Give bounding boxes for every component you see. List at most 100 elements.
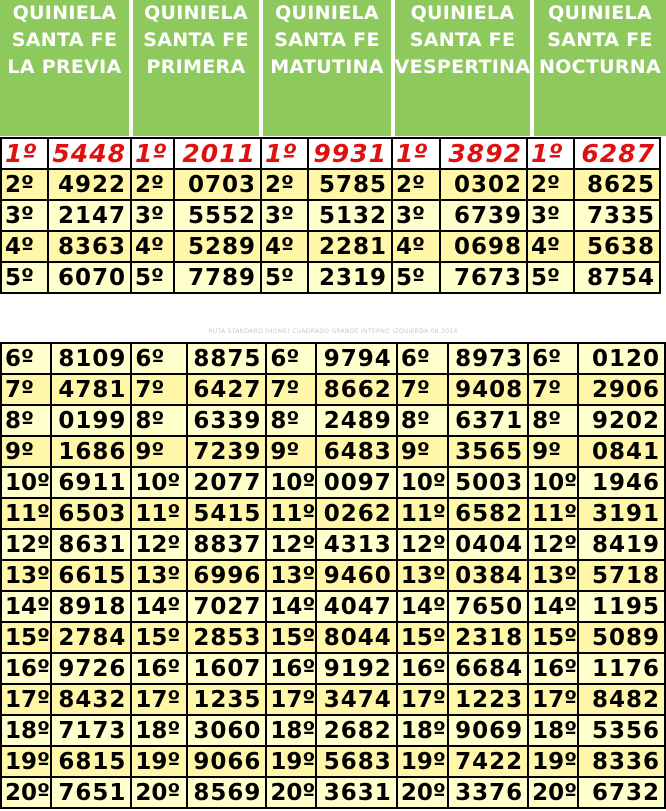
number-cell: 9069	[446, 714, 530, 747]
position-cell: 3º	[526, 199, 575, 232]
position-cell: 14º	[130, 590, 188, 623]
position-cell: 2º	[391, 168, 441, 201]
header-la-previa: QUINIELA SANTA FE LA PREVIA	[0, 0, 129, 136]
position-cell: 6º	[265, 342, 318, 375]
number-cell: 4922	[47, 168, 132, 201]
number-cell: 0698	[439, 230, 528, 263]
position-cell: 7º	[265, 373, 318, 406]
number-cell: 9408	[446, 373, 530, 406]
position-cell: 3º	[0, 199, 49, 232]
number-cell: 7173	[49, 714, 133, 747]
number-cell: 1686	[49, 435, 133, 468]
table-row: 10º 6911 10º 2077 10º 0097 10º 5003 10º 1946	[0, 466, 666, 499]
position-cell: 13º	[265, 559, 318, 592]
position-cell: 15º	[130, 621, 188, 654]
position-cell: 14º	[265, 590, 318, 623]
number-cell: 1607	[185, 652, 268, 685]
number-cell: 5289	[173, 230, 262, 263]
table-row: 15º 2784 15º 2853 15º 8044 15º 2318 15º 5089	[0, 621, 666, 654]
position-cell: 9º	[130, 435, 188, 468]
position-cell: 13º	[0, 559, 52, 592]
position-cell: 12º	[527, 528, 580, 561]
position-cell: 15º	[395, 621, 449, 654]
position-cell: 18º	[130, 714, 188, 747]
number-cell: 2906	[577, 373, 666, 406]
position-cell: 12º	[265, 528, 318, 561]
position-cell: 15º	[527, 621, 580, 654]
number-cell: 5003	[446, 466, 530, 499]
position-cell: 1º	[260, 137, 309, 170]
number-cell: 6483	[315, 435, 398, 468]
number-cell: 9066	[185, 745, 268, 778]
number-cell: 2011	[173, 137, 262, 170]
position-cell: 7º	[395, 373, 449, 406]
header-line: LA PREVIA	[7, 56, 122, 78]
header-line: QUINIELA	[144, 2, 248, 24]
position-cell: 10º	[527, 466, 580, 499]
number-cell: 6070	[47, 261, 132, 294]
number-cell: 5415	[185, 497, 268, 530]
number-cell: 5132	[307, 199, 393, 232]
position-cell: 5º	[0, 261, 49, 294]
header-line: QUINIELA	[548, 2, 652, 24]
position-cell: 1º	[130, 137, 175, 170]
header-line: SANTA FE	[409, 29, 516, 51]
number-cell: 9460	[315, 559, 398, 592]
header-row: QUINIELA SANTA FE LA PREVIA QUINIELA SAN…	[0, 0, 666, 136]
number-cell: 5356	[577, 714, 666, 747]
number-cell: 1176	[577, 652, 666, 685]
number-cell: 3191	[577, 497, 666, 530]
number-cell: 5638	[573, 230, 661, 263]
table-row: 14º 8918 14º 7027 14º 4047 14º 7650 14º 1195	[0, 590, 666, 623]
position-cell: 20º	[395, 776, 449, 809]
position-cell: 4º	[130, 230, 175, 263]
number-cell: 6996	[185, 559, 268, 592]
position-cell: 6º	[130, 342, 188, 375]
position-cell: 16º	[395, 652, 449, 685]
position-cell: 5º	[391, 261, 441, 294]
header-line: VESPERTINA	[394, 56, 531, 78]
number-cell: 0097	[315, 466, 398, 499]
number-cell: 2319	[307, 261, 393, 294]
number-cell: 9931	[307, 137, 393, 170]
position-cell: 5º	[526, 261, 575, 294]
number-cell: 8631	[49, 528, 133, 561]
number-cell: 5448	[47, 137, 132, 170]
position-cell: 10º	[265, 466, 318, 499]
table-row: 18º 7173 18º 3060 18º 2682 18º 9069 18º 5356	[0, 714, 666, 747]
number-cell: 0384	[446, 559, 530, 592]
number-cell: 2489	[315, 404, 398, 437]
position-cell: 20º	[0, 776, 52, 809]
results-table-top: 1º 5448 1º 2011 1º 9931 1º 3892 1º 6287 2º 4922 2º 07…	[0, 137, 661, 294]
position-cell: 7º	[527, 373, 580, 406]
position-cell: 1º	[526, 137, 575, 170]
position-cell: 7º	[130, 373, 188, 406]
number-cell: 0703	[173, 168, 262, 201]
table-row: 1º 5448 1º 2011 1º 9931 1º 3892 1º 6287	[0, 137, 661, 170]
number-cell: 2147	[47, 199, 132, 232]
position-cell: 4º	[260, 230, 309, 263]
number-cell: 7789	[173, 261, 262, 294]
number-cell: 2077	[185, 466, 268, 499]
position-cell: 14º	[527, 590, 580, 623]
header-primera: QUINIELA SANTA FE PRIMERA	[133, 0, 259, 136]
position-cell: 16º	[130, 652, 188, 685]
position-cell: 17º	[130, 683, 188, 716]
position-cell: 7º	[0, 373, 52, 406]
header-line: MATUTINA	[270, 56, 384, 78]
number-cell: 0302	[439, 168, 528, 201]
position-cell: 20º	[130, 776, 188, 809]
position-cell: 15º	[265, 621, 318, 654]
number-cell: 7673	[439, 261, 528, 294]
position-cell: 2º	[130, 168, 175, 201]
table-row: 7º 4781 7º 6427 7º 8662 7º 9408 7º 2906	[0, 373, 666, 406]
position-cell: 14º	[0, 590, 52, 623]
number-cell: 6815	[49, 745, 133, 778]
position-cell: 9º	[265, 435, 318, 468]
number-cell: 7027	[185, 590, 268, 623]
number-cell: 5089	[577, 621, 666, 654]
header-line: QUINIELA	[12, 2, 117, 24]
header-vespertina: QUINIELA SANTA FE VESPERTINA	[395, 0, 530, 136]
position-cell: 12º	[395, 528, 449, 561]
number-cell: 2784	[49, 621, 133, 654]
